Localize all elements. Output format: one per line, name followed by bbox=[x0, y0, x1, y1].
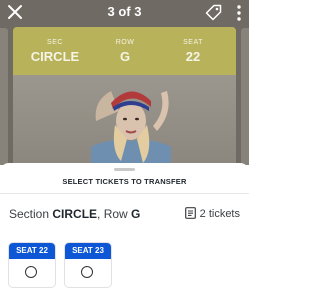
seat-value: 22 bbox=[185, 49, 201, 64]
sheet-drag-handle[interactable] bbox=[114, 168, 135, 171]
ticket-row: ROW G bbox=[95, 39, 155, 64]
seat-option-23[interactable]: SEAT 23 bbox=[64, 242, 112, 288]
ticket-card: SEC CIRCLE ROW G SEAT 22 bbox=[13, 27, 236, 165]
transfer-sheet: SELECT TICKETS TO TRANSFER Section CIRCL… bbox=[0, 163, 249, 292]
ticket-seat-band: SEC CIRCLE ROW G SEAT 22 bbox=[13, 27, 236, 75]
divider bbox=[0, 193, 249, 194]
sheet-title: SELECT TICKETS TO TRANSFER bbox=[62, 177, 187, 186]
row-value: G bbox=[119, 49, 131, 64]
event-photo bbox=[13, 75, 236, 165]
performer-image bbox=[91, 91, 171, 165]
section-name: CIRCLE bbox=[52, 207, 98, 221]
ticket-viewer-backdrop: SEC CIRCLE ROW G SEAT 22 3 of 3 bbox=[0, 0, 249, 165]
section-value: CIRCLE bbox=[30, 49, 80, 64]
section-row-summary: Section CIRCLE, Row G bbox=[9, 207, 140, 221]
ticket-seat: SEAT 22 bbox=[163, 39, 223, 64]
section-label: SEC bbox=[47, 39, 63, 46]
row-label: ROW bbox=[115, 39, 135, 46]
row-name: G bbox=[131, 207, 141, 221]
ticket-section: SEC CIRCLE bbox=[25, 39, 85, 64]
next-ticket-card[interactable] bbox=[241, 28, 249, 165]
ticket-count-label: 2 tickets bbox=[199, 208, 240, 220]
row-prefix: , Row bbox=[97, 207, 132, 221]
radio-icon[interactable] bbox=[81, 266, 93, 278]
ticket-list-icon bbox=[184, 207, 196, 219]
ticket-count: 2 tickets bbox=[184, 207, 240, 220]
section-prefix: Section bbox=[9, 207, 53, 221]
seat-option-label: SEAT 22 bbox=[9, 243, 55, 259]
ticket-top-bar: 3 of 3 bbox=[0, 0, 249, 26]
radio-icon[interactable] bbox=[25, 266, 37, 278]
more-icon[interactable] bbox=[234, 4, 244, 22]
seat-option-22[interactable]: SEAT 22 bbox=[8, 242, 56, 288]
seat-option-label: SEAT 23 bbox=[65, 243, 111, 259]
seat-label: SEAT bbox=[183, 39, 203, 46]
tag-icon[interactable] bbox=[205, 4, 222, 21]
previous-ticket-card[interactable] bbox=[0, 28, 8, 165]
